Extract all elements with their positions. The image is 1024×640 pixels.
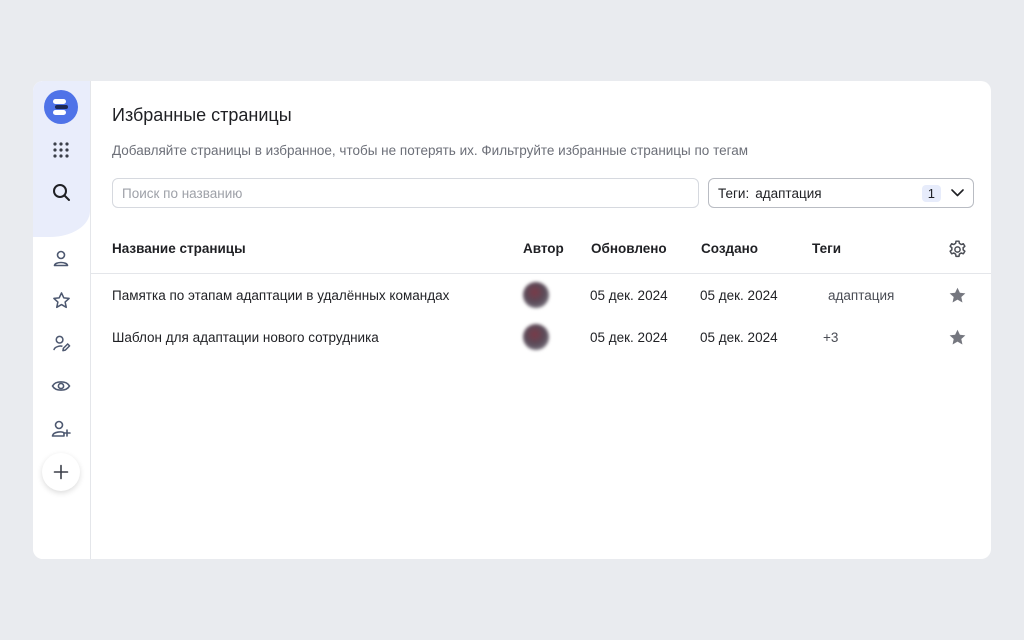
column-header-updated[interactable]: Обновлено: [591, 241, 667, 256]
chevron-down-icon: [951, 189, 964, 197]
updated-date: 05 дек. 2024: [590, 329, 668, 345]
table-header-divider: [91, 273, 991, 274]
plus-icon: [53, 464, 69, 480]
search-icon[interactable]: [44, 175, 78, 209]
page-title: Избранные страницы: [112, 105, 292, 125]
apps-grid-icon[interactable]: [44, 133, 78, 167]
tag-filter-label: Теги:: [718, 185, 750, 201]
page-description: Добавляйте страницы в избранное, чтобы н…: [112, 143, 749, 158]
column-header-author[interactable]: Автор: [523, 241, 564, 256]
created-date: 05 дек. 2024: [700, 329, 778, 345]
service-logo-icon[interactable]: [44, 90, 78, 124]
table-settings-button[interactable]: [946, 238, 968, 260]
app-window: Избранные страницы Добавляйте страницы в…: [33, 81, 991, 559]
favorite-toggle[interactable]: [946, 317, 968, 357]
tag-filter-select[interactable]: Теги: адаптация 1: [708, 178, 974, 208]
column-header-name[interactable]: Название страницы: [112, 241, 246, 256]
user-edit-icon[interactable]: [44, 326, 78, 360]
page-name-link[interactable]: Шаблон для адаптации нового сотрудника: [112, 317, 379, 357]
favorite-toggle[interactable]: [946, 275, 968, 315]
page-name-link[interactable]: Памятка по этапам адаптации в удалённых …: [112, 275, 449, 315]
eye-icon[interactable]: [44, 369, 78, 403]
search-input[interactable]: [112, 178, 699, 208]
star-icon[interactable]: [44, 283, 78, 317]
column-header-created[interactable]: Создано: [701, 241, 758, 256]
updated-date: 05 дек. 2024: [590, 287, 668, 303]
table-row[interactable]: Памятка по этапам адаптации в удалённых …: [91, 275, 991, 315]
author-cell: [523, 317, 549, 357]
star-filled-icon: [946, 286, 968, 305]
add-page-button[interactable]: [42, 453, 80, 491]
tag-more-count[interactable]: +3: [823, 317, 838, 357]
author-cell: [523, 275, 549, 315]
tag-label[interactable]: адаптация: [828, 275, 894, 315]
avatar[interactable]: [523, 282, 549, 308]
star-filled-icon: [946, 328, 968, 347]
gear-icon: [948, 239, 966, 257]
sidebar: [33, 81, 91, 559]
user-add-icon[interactable]: [44, 411, 78, 445]
table-row[interactable]: Шаблон для адаптации нового сотрудника 0…: [91, 317, 991, 357]
tag-filter-value: адаптация: [755, 185, 822, 201]
main-content: Избранные страницы Добавляйте страницы в…: [91, 81, 991, 559]
column-header-tags[interactable]: Теги: [812, 241, 841, 256]
created-date: 05 дек. 2024: [700, 287, 778, 303]
tag-filter-count-badge: 1: [921, 184, 941, 202]
avatar[interactable]: [523, 324, 549, 350]
user-icon[interactable]: [44, 241, 78, 275]
